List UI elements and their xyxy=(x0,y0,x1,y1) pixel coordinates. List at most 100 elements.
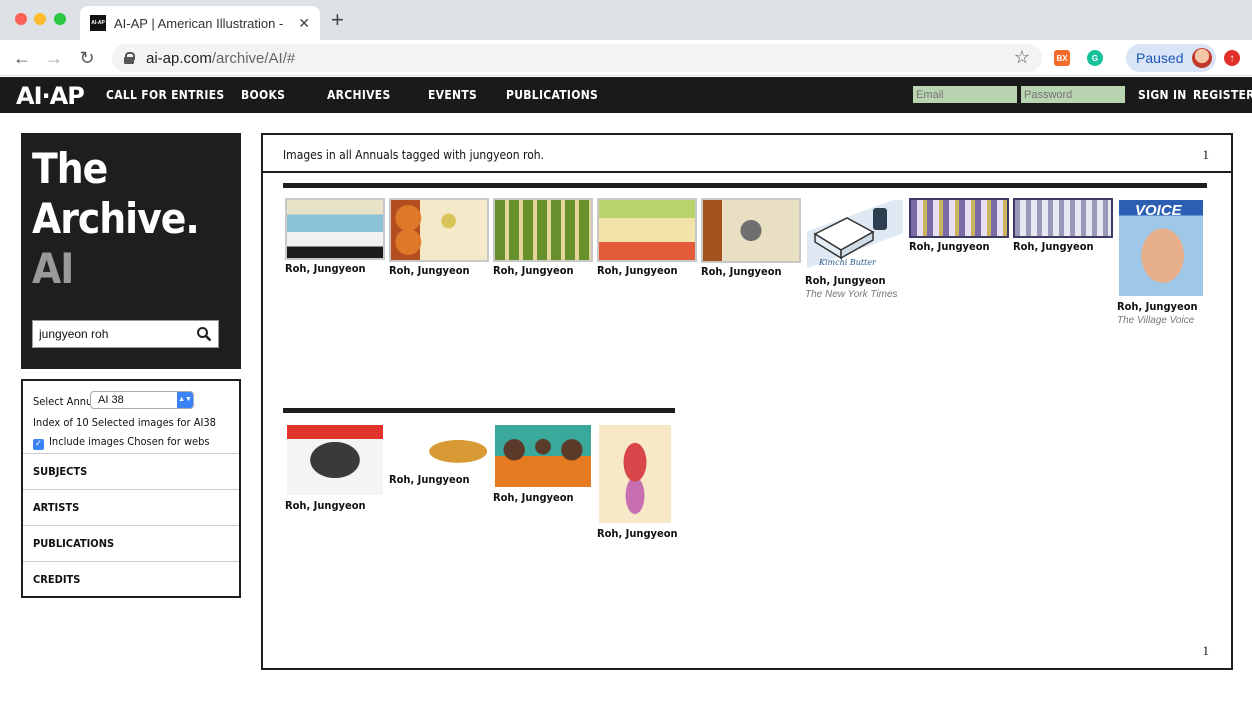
results-panel: Images in all Annuals tagged with jungye… xyxy=(261,133,1233,670)
archive-title-line-1: The xyxy=(32,144,108,193)
row-divider xyxy=(283,408,675,413)
row-divider xyxy=(283,183,1207,188)
reload-icon[interactable]: ↻ xyxy=(75,46,99,70)
include-webs-label: Include images Chosen for webs xyxy=(49,435,210,448)
maximize-window-button[interactable] xyxy=(54,13,66,25)
browser-toolbar: ← → ↻ ai-ap.com/archive/AI/# ☆ BX G Paus… xyxy=(0,40,1252,76)
publication-name[interactable]: The New York Times xyxy=(805,289,905,300)
results-header: Images in all Annuals tagged with jungye… xyxy=(263,135,1231,173)
nav-books[interactable]: BOOKS xyxy=(241,88,285,102)
site-logo[interactable]: AI·AP xyxy=(16,82,85,110)
menu-artists[interactable]: ARTISTS xyxy=(23,489,239,525)
illustration-thumbnail[interactable] xyxy=(1013,198,1113,238)
annual-select[interactable]: AI 38 ▲▼ xyxy=(90,391,194,409)
publication-name[interactable]: The Village Voice xyxy=(1117,315,1205,326)
checkmark-icon[interactable]: ✓ xyxy=(33,439,44,450)
browser-tab[interactable]: AI-AP AI-AP | American Illustration - ✕ xyxy=(80,6,320,40)
illustration-thumbnail[interactable]: Kimchi Butter xyxy=(805,198,905,272)
update-arrow-icon[interactable]: ↑ xyxy=(1224,50,1240,66)
thumbnail-card[interactable]: Roh, Jungyeon xyxy=(597,198,697,277)
thumbnail-card[interactable]: Roh, Jungyeon xyxy=(389,198,489,277)
archive-title-panel: The Archive. AI xyxy=(21,133,241,369)
thumbnail-card[interactable]: Roh, Jungyeon xyxy=(285,423,385,512)
search-icon[interactable] xyxy=(196,326,212,342)
site-favicon-icon: AI-AP xyxy=(90,15,106,31)
thumbnail-card[interactable]: Roh, Jungyeon xyxy=(493,423,593,504)
artist-name[interactable]: Roh, Jungyeon xyxy=(389,264,489,277)
artist-name[interactable]: Roh, Jungyeon xyxy=(597,264,697,277)
illustration-thumbnail[interactable] xyxy=(701,198,801,263)
forward-arrow-icon[interactable]: → xyxy=(42,46,66,70)
illustration-thumbnail[interactable] xyxy=(389,198,489,262)
illustration-thumbnail[interactable] xyxy=(493,198,593,262)
new-tab-plus-icon[interactable]: + xyxy=(331,9,344,31)
password-field[interactable] xyxy=(1021,86,1125,103)
illustration-thumbnail[interactable] xyxy=(389,423,489,471)
pagination-bottom[interactable]: 1 xyxy=(1203,643,1210,659)
bookmark-star-icon[interactable]: ☆ xyxy=(1014,47,1030,68)
thumbnail-card[interactable]: Roh, Jungyeon xyxy=(285,198,385,275)
illustration-thumbnail[interactable] xyxy=(597,423,673,525)
nav-publications[interactable]: PUBLICATIONS xyxy=(506,88,598,102)
thumbnail-card[interactable]: VOICE Roh, Jungyeon The Village Voice xyxy=(1117,198,1205,326)
nav-call-for-entries[interactable]: CALL FOR ENTRIES xyxy=(106,88,224,102)
illustration-thumbnail[interactable] xyxy=(285,423,385,497)
register-link[interactable]: REGISTER xyxy=(1193,88,1252,102)
illustration-thumbnail[interactable] xyxy=(285,198,385,260)
minimize-window-button[interactable] xyxy=(34,13,46,25)
artist-name[interactable]: Roh, Jungyeon xyxy=(1117,300,1205,313)
artist-name[interactable]: Roh, Jungyeon xyxy=(493,491,593,504)
avatar xyxy=(1192,48,1212,68)
email-field[interactable] xyxy=(913,86,1017,103)
artist-name[interactable]: Roh, Jungyeon xyxy=(597,527,678,540)
menu-publications[interactable]: PUBLICATIONS xyxy=(23,525,239,561)
thumbnail-card[interactable]: Roh, Jungyeon xyxy=(1013,198,1113,253)
profile-button[interactable]: Paused xyxy=(1126,44,1216,72)
tab-title: AI-AP | American Illustration - xyxy=(114,15,284,31)
thumbnail-card[interactable]: Kimchi Butter Roh, Jungyeon The New York… xyxy=(805,198,905,300)
illustration-thumbnail[interactable] xyxy=(597,198,697,262)
lock-icon xyxy=(124,52,135,64)
thumbnail-card[interactable]: Roh, Jungyeon xyxy=(389,423,489,486)
illustration-thumbnail[interactable] xyxy=(493,423,593,489)
thumbnail-card[interactable]: Roh, Jungyeon xyxy=(597,423,678,540)
artist-name[interactable]: Roh, Jungyeon xyxy=(701,265,801,278)
illustration-thumbnail[interactable] xyxy=(909,198,1009,238)
pagination-top[interactable]: 1 xyxy=(1203,147,1210,163)
menu-credits[interactable]: CREDITS xyxy=(23,561,239,597)
archive-title-line-3: AI xyxy=(32,244,74,293)
nav-events[interactable]: EVENTS xyxy=(428,88,477,102)
artist-name[interactable]: Roh, Jungyeon xyxy=(1013,240,1113,253)
artist-name[interactable]: Roh, Jungyeon xyxy=(389,473,489,486)
nav-archives[interactable]: ARCHIVES xyxy=(327,88,391,102)
voice-masthead: VOICE xyxy=(1135,202,1182,219)
butter-label: Kimchi Butter xyxy=(819,258,876,267)
artist-name[interactable]: Roh, Jungyeon xyxy=(909,240,1009,253)
artist-name[interactable]: Roh, Jungyeon xyxy=(493,264,593,277)
archive-title-line-2: Archive. xyxy=(32,194,200,243)
back-arrow-icon[interactable]: ← xyxy=(10,46,34,70)
site-header: AI·AP CALL FOR ENTRIES BOOKS ARCHIVES EV… xyxy=(0,77,1252,113)
url-host: ai-ap.com xyxy=(146,49,212,67)
chevron-updown-icon: ▲▼ xyxy=(177,392,193,408)
address-bar[interactable]: ai-ap.com/archive/AI/# ☆ xyxy=(112,44,1042,72)
thumbnail-card[interactable]: Roh, Jungyeon xyxy=(701,198,801,278)
sign-in-link[interactable]: SIGN IN xyxy=(1138,88,1187,102)
include-webs-row[interactable]: ✓ Include images Chosen for webs xyxy=(33,435,210,450)
artist-name[interactable]: Roh, Jungyeon xyxy=(285,499,385,512)
close-tab-icon[interactable]: ✕ xyxy=(298,15,310,32)
search-input[interactable] xyxy=(39,327,189,341)
artist-name[interactable]: Roh, Jungyeon xyxy=(805,274,905,287)
annual-select-value: AI 38 xyxy=(98,394,124,406)
thumbnail-card[interactable]: Roh, Jungyeon xyxy=(909,198,1009,253)
thumbnail-card[interactable]: Roh, Jungyeon xyxy=(493,198,593,277)
bx-extension-icon[interactable]: BX xyxy=(1054,50,1070,66)
close-window-button[interactable] xyxy=(15,13,27,25)
archive-search xyxy=(32,320,219,348)
grammarly-extension-icon[interactable]: G xyxy=(1087,50,1103,66)
results-caption: Images in all Annuals tagged with jungye… xyxy=(283,148,545,162)
profile-status: Paused xyxy=(1136,50,1184,66)
menu-subjects[interactable]: SUBJECTS xyxy=(23,453,239,489)
artist-name[interactable]: Roh, Jungyeon xyxy=(285,262,385,275)
illustration-thumbnail[interactable]: VOICE xyxy=(1117,198,1205,298)
